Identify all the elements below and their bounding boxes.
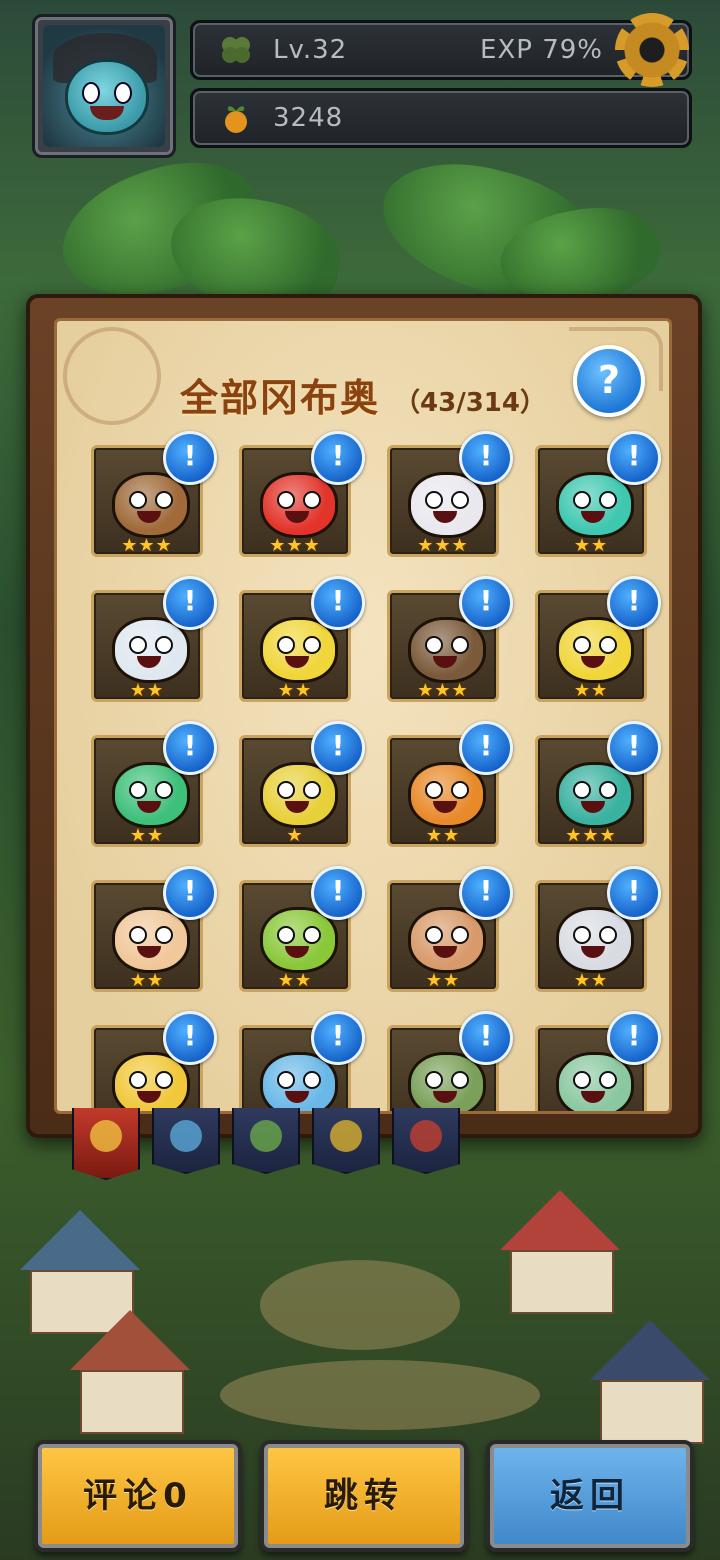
fruit-icon	[225, 106, 247, 133]
info-badge-icon[interactable]: !	[311, 431, 365, 485]
star-rating: ★★	[129, 825, 165, 846]
tab-red[interactable]	[392, 1108, 460, 1174]
info-badge-icon[interactable]: !	[607, 576, 661, 630]
monster-card[interactable]: ★★!	[535, 866, 661, 992]
path-decoration	[220, 1360, 540, 1430]
star-rating: ★★	[573, 535, 609, 556]
info-badge-icon[interactable]: !	[311, 721, 365, 775]
monster-card[interactable]: ★★★!	[239, 431, 365, 557]
monster-card[interactable]: ★★!	[387, 866, 513, 992]
tab-all[interactable]	[72, 1108, 140, 1180]
info-badge-icon[interactable]: !	[163, 431, 217, 485]
settings-gear-icon[interactable]	[615, 13, 689, 87]
star-rating: ★★★	[121, 535, 173, 556]
level-bar: Lv.32 EXP 79%	[190, 13, 692, 87]
currency-amount: 3248	[273, 103, 344, 133]
star-rating: ★★	[129, 680, 165, 701]
info-badge-icon[interactable]: !	[459, 721, 513, 775]
star-rating: ★★	[573, 970, 609, 991]
monster-card[interactable]: ★★★!	[387, 431, 513, 557]
star-rating: ★★★	[269, 535, 321, 556]
tab-emblem-icon	[410, 1120, 442, 1152]
tab-emblem-icon	[90, 1120, 122, 1152]
monster-card[interactable]: ★★★!	[91, 431, 217, 557]
house-decoration	[70, 1310, 190, 1434]
info-badge-icon[interactable]: !	[163, 721, 217, 775]
monster-card[interactable]: ★★!	[239, 576, 365, 702]
house-decoration	[500, 1190, 620, 1314]
monster-card[interactable]: !	[535, 1011, 661, 1111]
monster-card[interactable]: !	[91, 1011, 217, 1111]
info-badge-icon[interactable]: !	[607, 866, 661, 920]
info-badge-icon[interactable]: !	[459, 1011, 513, 1065]
info-badge-icon[interactable]: !	[459, 866, 513, 920]
tab-emblem-icon	[330, 1120, 362, 1152]
currency-bar: 3248	[190, 88, 692, 148]
monster-card[interactable]: ★★!	[91, 576, 217, 702]
star-rating: ★	[286, 825, 304, 846]
back-button[interactable]: 返回	[486, 1440, 694, 1552]
info-badge-icon[interactable]: !	[607, 721, 661, 775]
avatar-face	[65, 59, 149, 135]
clover-icon	[222, 37, 250, 63]
player-exp: EXP 79%	[480, 35, 603, 65]
panel-title-text: 全部冈布奥	[180, 376, 381, 420]
help-button[interactable]: ?	[573, 345, 645, 417]
collection-count: （43/314）	[394, 388, 546, 418]
monster-card[interactable]: ★★!	[387, 721, 513, 847]
star-rating: ★★★	[417, 535, 469, 556]
star-rating: ★★	[277, 680, 313, 701]
star-rating: ★★	[425, 970, 461, 991]
star-rating: ★★★	[565, 825, 617, 846]
tab-emblem-icon	[170, 1120, 202, 1152]
category-tabs	[72, 1108, 460, 1180]
info-badge-icon[interactable]: !	[163, 866, 217, 920]
monster-grid: ★★★! ★★★! ★★★! ★★! ★★! ★★! ★★★! ★★! ★★! ★! ★★! ★★★!…	[91, 431, 661, 1111]
monster-card[interactable]: ★★!	[535, 576, 661, 702]
info-badge-icon[interactable]: !	[459, 576, 513, 630]
star-rating: ★★	[277, 970, 313, 991]
monster-card[interactable]: ★★★!	[535, 721, 661, 847]
player-avatar[interactable]	[32, 14, 176, 158]
info-badge-icon[interactable]: !	[311, 1011, 365, 1065]
tab-emblem-icon	[250, 1120, 282, 1152]
star-rating: ★★★	[417, 680, 469, 701]
collection-panel: 全部冈布奥 （43/314） ? ★★★! ★★★! ★★★! ★★! ★★! ★★! ★★★…	[26, 294, 702, 1138]
monster-card[interactable]: ★★!	[239, 866, 365, 992]
tab-green[interactable]	[232, 1108, 300, 1174]
star-rating: ★★	[129, 970, 165, 991]
info-badge-icon[interactable]: !	[459, 431, 513, 485]
star-rating: ★★	[425, 825, 461, 846]
monster-card[interactable]: !	[239, 1011, 365, 1111]
info-badge-icon[interactable]: !	[311, 576, 365, 630]
info-badge-icon[interactable]: !	[607, 431, 661, 485]
collection-parchment: 全部冈布奥 （43/314） ? ★★★! ★★★! ★★★! ★★! ★★! ★★! ★★★…	[54, 318, 672, 1114]
info-badge-icon[interactable]: !	[163, 1011, 217, 1065]
monster-card[interactable]: ★★!	[91, 866, 217, 992]
monster-card[interactable]: ★★!	[535, 431, 661, 557]
tab-blue[interactable]	[152, 1108, 220, 1174]
info-badge-icon[interactable]: !	[311, 866, 365, 920]
info-badge-icon[interactable]: !	[163, 576, 217, 630]
info-badge-icon[interactable]: !	[607, 1011, 661, 1065]
monster-card[interactable]: ★!	[239, 721, 365, 847]
comment-button[interactable]: 评论0	[34, 1440, 242, 1552]
monster-card[interactable]: !	[387, 1011, 513, 1111]
avatar-portrait	[43, 25, 165, 147]
path-decoration	[260, 1260, 460, 1350]
player-level: Lv.32	[273, 35, 348, 65]
star-rating: ★★	[573, 680, 609, 701]
house-decoration	[590, 1320, 710, 1444]
monster-card[interactable]: ★★!	[91, 721, 217, 847]
jump-button[interactable]: 跳转	[260, 1440, 468, 1552]
tab-gold[interactable]	[312, 1108, 380, 1174]
monster-card[interactable]: ★★★!	[387, 576, 513, 702]
